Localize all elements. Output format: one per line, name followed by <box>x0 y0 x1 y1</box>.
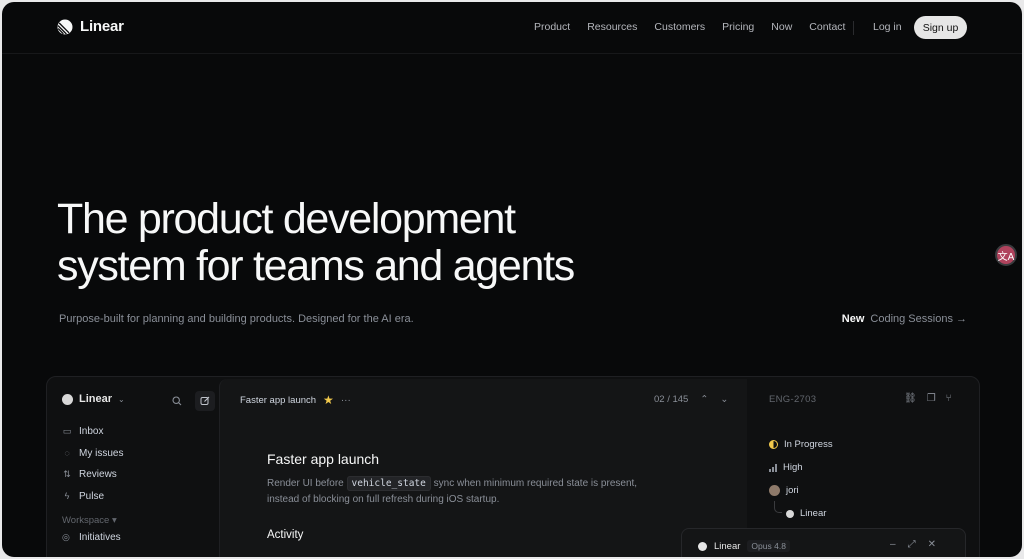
brand-name: Linear <box>80 18 124 35</box>
status-property[interactable]: In Progress <box>769 439 833 450</box>
expand-icon[interactable]: ⤢ <box>908 539 916 550</box>
minimize-icon[interactable]: – <box>890 539 896 550</box>
priority-value: High <box>783 462 803 473</box>
nav-link-now[interactable]: Now <box>771 21 792 33</box>
priority-high-icon <box>769 463 777 472</box>
new-badge: New <box>841 313 865 325</box>
agent-panel[interactable]: Linear Opus 4.8 – ⤢ ✕ <box>681 528 966 557</box>
translate-icon[interactable]: 文A <box>995 244 1017 266</box>
sidebar-item-label: Initiatives <box>79 532 121 543</box>
agent-controls: – ⤢ ✕ <box>890 539 936 550</box>
reviews-icon: ⇅ <box>63 469 71 480</box>
sidebar-item-reviews[interactable]: ⇅ Reviews <box>62 464 123 486</box>
chevron-down-icon[interactable]: ⌄ <box>720 394 728 405</box>
workspace-switcher[interactable]: Linear ⌄ <box>62 393 125 405</box>
hero-title-line2: system for teams and agents <box>57 242 575 290</box>
sidebar-item-label: Reviews <box>79 469 117 481</box>
more-icon[interactable]: ··· <box>341 395 351 406</box>
nav-links: Product Resources Customers Pricing Now … <box>534 21 862 33</box>
agent-logo-icon <box>698 541 707 551</box>
priority-property[interactable]: High <box>769 462 803 473</box>
pulse-icon: ϟ <box>64 491 70 502</box>
pager-count: 02 / 145 <box>654 394 689 405</box>
sidebar-item-label: Inbox <box>79 426 104 438</box>
search-icon[interactable] <box>169 393 185 409</box>
detail-actions: ⛓ ❐ ⑂ <box>904 393 952 404</box>
issue-breadcrumb[interactable]: Faster app launch <box>240 395 316 406</box>
top-nav: Linear Product Resources Customers Prici… <box>2 2 1022 54</box>
avatar <box>769 485 780 496</box>
my-issues-icon: ◌ <box>64 448 70 459</box>
login-link[interactable]: Log in <box>873 21 902 33</box>
agent-model-badge[interactable]: Opus 4.8 <box>747 540 790 552</box>
app-sidebar: Linear ⌄ ▭ Inbox ◌ My issues ⇅ Reviews ϟ… <box>47 377 217 557</box>
team-value: Linear <box>800 508 827 519</box>
issue-description[interactable]: Render UI before vehicle_state sync when… <box>267 476 667 508</box>
sidebar-item-inbox[interactable]: ▭ Inbox <box>62 421 123 443</box>
nav-link-product[interactable]: Product <box>534 21 570 33</box>
nav-link-pricing[interactable]: Pricing <box>722 21 754 33</box>
hero-subtitle: Purpose-built for planning and building … <box>59 313 414 325</box>
nav-divider <box>853 21 854 35</box>
hero-title: The product development system for teams… <box>57 196 677 290</box>
compose-icon[interactable] <box>195 391 215 411</box>
inbox-icon: ▭ <box>62 426 72 437</box>
sidebar-nav: ▭ Inbox ◌ My issues ⇅ Reviews ϟ Pulse <box>62 421 124 508</box>
inline-code: vehicle_state <box>346 476 431 491</box>
sidebar-item-label: My issues <box>79 447 124 459</box>
page-frame: Linear Product Resources Customers Prici… <box>2 2 1022 557</box>
chevron-up-icon[interactable]: ⌃ <box>700 394 708 405</box>
copy-icon[interactable]: ❐ <box>927 393 936 404</box>
tree-connector <box>774 501 782 513</box>
nav-link-contact[interactable]: Contact <box>809 21 845 33</box>
activity-heading: Activity <box>267 529 304 541</box>
sidebar-section-workspace[interactable]: Workspace ▾ <box>62 515 117 526</box>
sidebar-item-label: Pulse <box>79 490 105 502</box>
star-icon[interactable]: ★ <box>323 393 334 407</box>
assignee-value: jori <box>786 485 799 496</box>
status-value: In Progress <box>784 439 833 450</box>
issue-title[interactable]: Faster app launch <box>267 451 379 467</box>
sidebar-item-initiatives[interactable]: ◎ Initiatives <box>62 532 121 543</box>
agent-name: Linear <box>714 540 741 552</box>
workspace-logo-icon <box>62 393 73 405</box>
agent-header: Linear Opus 4.8 <box>698 540 790 552</box>
chevron-down-icon: ⌄ <box>118 394 125 404</box>
issue-panel: Faster app launch ★ ··· 02 / 145 ⌃ ⌄ Fas… <box>219 379 747 557</box>
sidebar-actions <box>169 391 215 411</box>
issue-header: Faster app launch ★ ··· <box>240 393 351 407</box>
close-icon[interactable]: ✕ <box>928 539 936 550</box>
nav-link-customers[interactable]: Customers <box>654 21 705 33</box>
brand-logo[interactable]: Linear <box>57 18 124 35</box>
assignee-property[interactable]: jori <box>769 485 799 496</box>
sidebar-item-pulse[interactable]: ϟ Pulse <box>62 486 123 508</box>
workspace-name: Linear <box>79 393 113 405</box>
sidebar-item-my-issues[interactable]: ◌ My issues <box>62 443 123 465</box>
link-icon[interactable]: ⛓ <box>904 393 917 404</box>
issue-id: ENG-2703 <box>769 394 817 405</box>
new-feature-link[interactable]: New Coding Sessions → <box>842 313 967 325</box>
branch-icon[interactable]: ⑂ <box>946 393 952 404</box>
linear-logo-icon <box>57 19 73 34</box>
initiatives-icon: ◎ <box>62 532 70 542</box>
nav-link-resources[interactable]: Resources <box>587 21 637 33</box>
new-feature-text: Coding Sessions → <box>870 313 967 325</box>
team-logo-icon <box>786 509 794 518</box>
hero-title-line1: The product development <box>57 195 516 243</box>
issue-pager: 02 / 145 ⌃ ⌄ <box>654 394 728 405</box>
desc-text: Render UI before <box>267 478 344 489</box>
signup-button[interactable]: Sign up <box>914 16 967 39</box>
team-property[interactable]: Linear <box>786 508 826 519</box>
in-progress-icon <box>769 440 778 449</box>
